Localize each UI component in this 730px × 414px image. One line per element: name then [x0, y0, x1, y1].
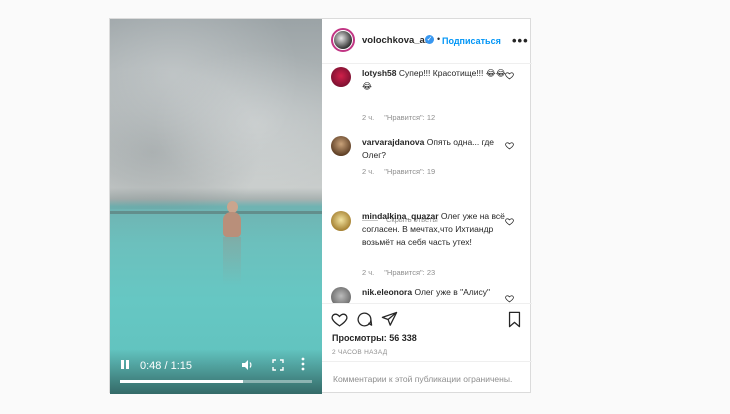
verified-badge-icon: ✓ [425, 35, 434, 44]
view-count[interactable]: Просмотры: 56 338 [332, 333, 417, 343]
post-sidebar: volochkova_art ✓ • Подписаться ••• lotys… [322, 19, 532, 394]
video-progress-bar[interactable] [120, 380, 312, 383]
comments-footer: Комментарии к этой публикации ограничены… [322, 361, 532, 394]
share-paper-plane-icon[interactable] [381, 311, 398, 328]
video-time: 0:48 / 1:15 [140, 360, 193, 372]
sky-clouds [110, 19, 322, 209]
volume-icon[interactable] [240, 358, 254, 372]
water-reflection [223, 237, 241, 285]
follow-button[interactable]: Подписаться [442, 36, 501, 46]
comment-meta: 2 ч. "Нравится": 12 [362, 113, 436, 122]
video-controls: 0:48 / 1:15 [110, 349, 322, 394]
horizon-island [110, 211, 322, 214]
comment-meta: 2 ч. "Нравится": 23 [362, 268, 436, 277]
video-progress-fill [120, 380, 243, 383]
current-time: 0:48 [140, 360, 162, 372]
comment-text: mindalkina_quazar Олег уже на всё соглас… [362, 211, 505, 247]
comments-limited-notice: Комментарии к этой публикации ограничены… [333, 374, 513, 384]
pause-icon[interactable] [120, 359, 132, 371]
comment-text: varvarajdanova Опять одна... где Олег? [362, 137, 495, 160]
separator-dot: • [437, 34, 441, 44]
save-bookmark-icon[interactable] [506, 311, 523, 328]
comment-avatar[interactable] [331, 211, 351, 231]
comments-list[interactable]: lotysh58 Супер!!! Красотище!!! 😂😂😂 2 ч. "… [322, 64, 532, 304]
comment-text: nik.eleonora Олег уже в "Алису" преврати… [362, 287, 491, 303]
comment-text: lotysh58 Супер!!! Красотище!!! 😂😂😂 [362, 68, 506, 91]
comment-username[interactable]: mindalkina_quazar [362, 211, 439, 221]
username[interactable]: volochkova_art [362, 35, 432, 46]
post-actions [322, 304, 532, 334]
like-comment-heart-icon[interactable] [505, 71, 514, 80]
comment-meta: 2 ч. "Нравится": 19 [362, 167, 436, 176]
comment-username[interactable]: lotysh58 [362, 68, 397, 78]
instagram-post: 0:48 / 1:15 volochkova_art ✓ • Подписать… [109, 18, 532, 394]
duration: 1:15 [170, 360, 193, 372]
comment-username[interactable]: varvarajdanova [362, 137, 424, 147]
like-comment-heart-icon[interactable] [505, 217, 514, 226]
comment-avatar[interactable] [331, 287, 351, 303]
comment-bubble-icon[interactable] [356, 311, 373, 328]
more-options-icon[interactable]: ••• [512, 33, 529, 48]
comment-username[interactable]: nik.eleonora [362, 287, 412, 297]
like-heart-icon[interactable] [331, 311, 348, 328]
video-player[interactable]: 0:48 / 1:15 [110, 19, 322, 394]
comment-avatar[interactable] [331, 136, 351, 156]
post-header: volochkova_art ✓ • Подписаться ••• [322, 19, 532, 64]
like-comment-heart-icon[interactable] [505, 294, 514, 303]
like-comment-heart-icon[interactable] [505, 141, 514, 150]
comment-avatar[interactable] [331, 67, 351, 87]
avatar[interactable] [331, 28, 355, 52]
fullscreen-icon[interactable] [271, 358, 285, 372]
more-vertical-icon[interactable] [301, 357, 305, 371]
person-in-water [222, 201, 242, 237]
post-timestamp: 2 ЧАСОВ НАЗАД [332, 349, 388, 356]
